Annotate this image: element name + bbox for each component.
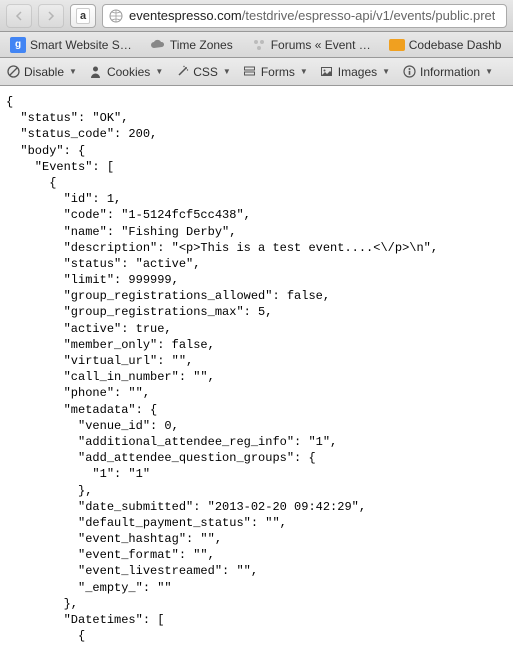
amazon-button[interactable]: a [70, 4, 96, 28]
dev-label: Images [338, 65, 377, 79]
dev-label: Information [420, 65, 480, 79]
forum-icon [251, 37, 267, 53]
dev-label: Disable [24, 65, 64, 79]
google-icon: g [10, 37, 26, 53]
person-icon [89, 65, 103, 79]
dev-information[interactable]: Information ▼ [402, 65, 493, 79]
browser-toolbar: a eventespresso.com/testdrive/espresso-a… [0, 0, 513, 32]
bookmark-label: Forums « Event … [271, 38, 371, 52]
bookmark-label: Time Zones [170, 38, 233, 52]
chevron-down-icon: ▼ [155, 67, 163, 76]
back-button[interactable] [6, 4, 32, 28]
info-icon [402, 65, 416, 79]
dev-css[interactable]: CSS ▼ [175, 65, 231, 79]
chevron-down-icon: ▼ [223, 67, 231, 76]
bookmark-codebase[interactable]: Codebase Dashb [385, 35, 506, 55]
bookmark-forums[interactable]: Forums « Event … [247, 35, 375, 55]
codebase-icon [389, 37, 405, 53]
url-bar[interactable]: eventespresso.com/testdrive/espresso-api… [102, 4, 507, 28]
chevron-down-icon: ▼ [485, 67, 493, 76]
wand-icon [175, 65, 189, 79]
url-text: eventespresso.com/testdrive/espresso-api… [129, 8, 495, 23]
bookmarks-bar: g Smart Website S… Time Zones Forums « E… [0, 32, 513, 58]
json-content: { "status": "OK", "status_code": 200, "b… [0, 86, 513, 652]
chevron-down-icon: ▼ [69, 67, 77, 76]
bookmark-label: Smart Website S… [30, 38, 132, 52]
chevron-down-icon: ▼ [300, 67, 308, 76]
bookmark-label: Codebase Dashb [409, 38, 502, 52]
devtools-bar: Disable ▼ Cookies ▼ CSS ▼ Forms ▼ Images… [0, 58, 513, 86]
dev-label: CSS [193, 65, 218, 79]
disable-icon [6, 65, 20, 79]
cloud-icon [150, 37, 166, 53]
dev-images[interactable]: Images ▼ [320, 65, 390, 79]
dev-label: Forms [261, 65, 295, 79]
dev-label: Cookies [107, 65, 150, 79]
forward-button[interactable] [38, 4, 64, 28]
dev-disable[interactable]: Disable ▼ [6, 65, 77, 79]
globe-icon [109, 9, 123, 23]
dev-cookies[interactable]: Cookies ▼ [89, 65, 163, 79]
dev-forms[interactable]: Forms ▼ [243, 65, 308, 79]
bookmark-smart-website[interactable]: g Smart Website S… [6, 35, 136, 55]
bookmark-timezones[interactable]: Time Zones [146, 35, 237, 55]
chevron-down-icon: ▼ [382, 67, 390, 76]
forms-icon [243, 65, 257, 79]
images-icon [320, 65, 334, 79]
